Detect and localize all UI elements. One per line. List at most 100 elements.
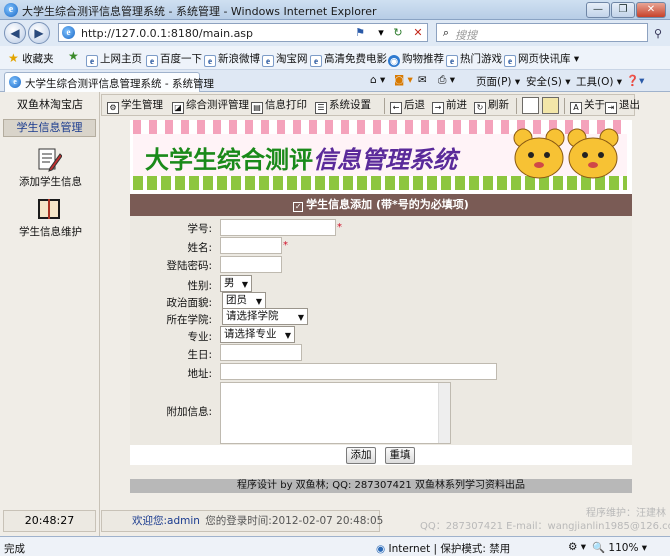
stop-icon[interactable]: ✕ — [409, 24, 427, 41]
name-input[interactable] — [220, 237, 282, 254]
tools-menu[interactable]: 工具(O) ▾ — [576, 74, 622, 89]
about-button[interactable]: A 关于 — [570, 97, 605, 114]
back-icon[interactable]: ◀ — [4, 22, 26, 44]
add-button[interactable]: 添加 — [346, 447, 376, 464]
restore-icon[interactable]: ❐ — [611, 2, 635, 18]
app-back-button[interactable]: ← 后退 — [390, 97, 425, 114]
mascot-icon — [513, 128, 619, 179]
fav-label: 百度一下 — [160, 53, 202, 65]
book-icon — [38, 199, 60, 219]
layout-icon[interactable] — [542, 97, 559, 114]
student-mgmt-button[interactable]: ⚙ 学生管理 — [107, 97, 163, 114]
exit-label: 退出 — [619, 99, 640, 111]
scrollbar[interactable] — [438, 383, 450, 443]
settings-icon: ☰ — [315, 102, 327, 114]
political-select[interactable]: 团员 ▼ — [222, 292, 266, 309]
search-icon[interactable]: ⚲ — [650, 25, 666, 42]
protected-icon[interactable]: ⚙ ▾ — [568, 541, 586, 553]
label-birthday: 生日: — [187, 349, 212, 361]
sidebar-item-add-student[interactable] — [34, 146, 64, 174]
gender-select[interactable]: 男 ▼ — [220, 275, 252, 292]
exit-button[interactable]: ⇥ 退出 — [605, 97, 640, 114]
page-icon: e — [310, 55, 322, 67]
reset-button[interactable]: 重填 — [385, 447, 415, 464]
form-title-text: 学生信息添加 (带*号的为必填项) — [306, 198, 469, 211]
address-input[interactable]: e http://127.0.0.1:8180/main.asp ⚑ ▾ ↻ ✕ — [58, 23, 428, 42]
back-label: 后退 — [404, 99, 425, 111]
security-zone[interactable]: ◉ Internet | 保护模式: 禁用 — [376, 541, 510, 556]
page-icon: e — [262, 55, 274, 67]
college-select[interactable]: 请选择学院 ▼ — [222, 308, 308, 325]
app-toolbar: ⚙ 学生管理 ◪ 综合测评管理 ▤ 信息打印 ☰ 系统设置 ← 后退 → 前进 ↻ 刷新 A关… — [101, 94, 640, 116]
favorites-button[interactable]: ★ 收藏夹 — [8, 51, 54, 66]
help-icon[interactable]: ❓▾ — [626, 74, 644, 87]
maintainer-text: 程序维护：汪建林 — [586, 508, 666, 519]
view-icon[interactable] — [522, 97, 539, 114]
rss-icon[interactable]: ◙ ▾ — [394, 74, 413, 86]
fav-item-3[interactable]: e 淘宝网 — [262, 51, 308, 67]
dropdown-icon[interactable]: ▾ — [373, 24, 389, 41]
print-button[interactable]: ▤ 信息打印 — [251, 97, 307, 114]
fav-item-2[interactable]: e 新浪微博 — [204, 51, 260, 67]
eval-mgmt-button[interactable]: ◪ 综合测评管理 — [172, 97, 249, 114]
fav-label: 热门游戏 — [460, 53, 502, 65]
birthday-input[interactable] — [220, 344, 302, 361]
fav-label: 新浪微博 — [218, 53, 260, 65]
fav-item-1[interactable]: e 百度一下 — [146, 51, 202, 67]
fav-item-6[interactable]: e 热门游戏 — [446, 51, 502, 67]
home-icon[interactable]: ⌂ ▾ — [370, 74, 385, 86]
app-forward-button[interactable]: → 前进 — [432, 97, 467, 114]
sidebar-item-label[interactable]: 添加学生信息 — [19, 174, 82, 189]
form-title: ✓ 学生信息添加 (带*号的为必填项) — [130, 194, 632, 216]
print-icon[interactable]: ⎙ ▾ — [438, 74, 455, 87]
forward-icon[interactable]: ▶ — [28, 22, 50, 44]
label-name: 姓名: — [187, 242, 212, 254]
shop-name: 双鱼林淘宝店 — [17, 98, 83, 111]
gear-icon: ⚙ — [107, 102, 119, 114]
ie-status-bar: 完成 ◉ Internet | 保护模式: 禁用 ⚙ ▾ 🔍 110% ▾ — [0, 536, 670, 556]
password-input[interactable] — [220, 256, 282, 273]
page-menu-label: 页面(P) — [476, 76, 512, 88]
safety-menu[interactable]: 安全(S) ▾ — [526, 74, 570, 89]
fav-item-4[interactable]: e 高清免费电影 — [310, 51, 387, 67]
address-input[interactable] — [220, 363, 497, 380]
fav-item-0[interactable]: e 上网主页 — [86, 51, 142, 67]
major-select[interactable]: 请选择专业 ▼ — [220, 326, 295, 343]
search-input[interactable]: ⌕ 搜搜 — [436, 23, 648, 42]
student-no-input[interactable] — [220, 219, 336, 236]
footer-credit: 程序设计 by 双鱼林; QQ: 287307421 双鱼林系列学习资料出品 — [130, 479, 632, 493]
fav-label: 高清免费电影 — [324, 53, 387, 65]
status-text: 完成 — [4, 543, 25, 555]
mail-icon[interactable]: ✉ — [418, 74, 427, 86]
settings-button[interactable]: ☰ 系统设置 — [315, 97, 371, 114]
tab-current[interactable]: e 大学生综合测评信息管理系统 - 系统管理 — [4, 72, 214, 92]
sidebar-item-label[interactable]: 学生信息维护 — [19, 224, 82, 239]
fav-item-7[interactable]: e 网页快讯库 ▾ — [504, 51, 579, 67]
page-menu[interactable]: 页面(P) ▾ — [476, 74, 520, 89]
add-favorite-icon[interactable]: ★ — [68, 49, 79, 63]
fav-item-5[interactable]: ◉ 购物推荐 — [388, 51, 444, 67]
page-icon: e — [9, 76, 21, 88]
refresh-icon[interactable]: ↻ — [389, 24, 407, 41]
zoom-control[interactable]: 🔍 110% ▾ — [592, 541, 647, 554]
app-refresh-button[interactable]: ↻ 刷新 — [474, 97, 509, 114]
zone-label: Internet | 保护模式: 禁用 — [388, 543, 511, 555]
minimize-icon[interactable]: — — [586, 2, 610, 18]
tab-title: 大学生综合测评信息管理系统 - 系统管理 — [25, 78, 214, 90]
welcome-bar: 欢迎您:admin 您的登录时间:2012-02-07 20:48:05 — [101, 510, 383, 532]
sidebar-menu-header[interactable]: 学生信息管理 — [3, 119, 96, 137]
sidebar-item-maintain-student[interactable] — [34, 196, 64, 224]
toolbar-separator — [384, 98, 385, 114]
close-icon[interactable]: ✕ — [636, 2, 666, 18]
compat-view-icon[interactable]: ⚑ — [351, 24, 369, 41]
refresh-label: 刷新 — [488, 99, 509, 111]
favorites-label: 收藏夹 — [22, 53, 54, 65]
ie-logo-icon: e — [4, 3, 18, 17]
notes-textarea[interactable] — [220, 382, 451, 444]
required-mark: * — [337, 222, 342, 233]
maintainer-credits: 程序维护：汪建林 QQ：287307421 E-mail：wangjianlin… — [420, 507, 670, 535]
label-gender: 性别: — [187, 280, 212, 292]
globe-icon: ◉ — [388, 55, 400, 67]
label-password: 登陆密码: — [166, 260, 212, 272]
fav-label: 淘宝网 — [276, 53, 308, 65]
